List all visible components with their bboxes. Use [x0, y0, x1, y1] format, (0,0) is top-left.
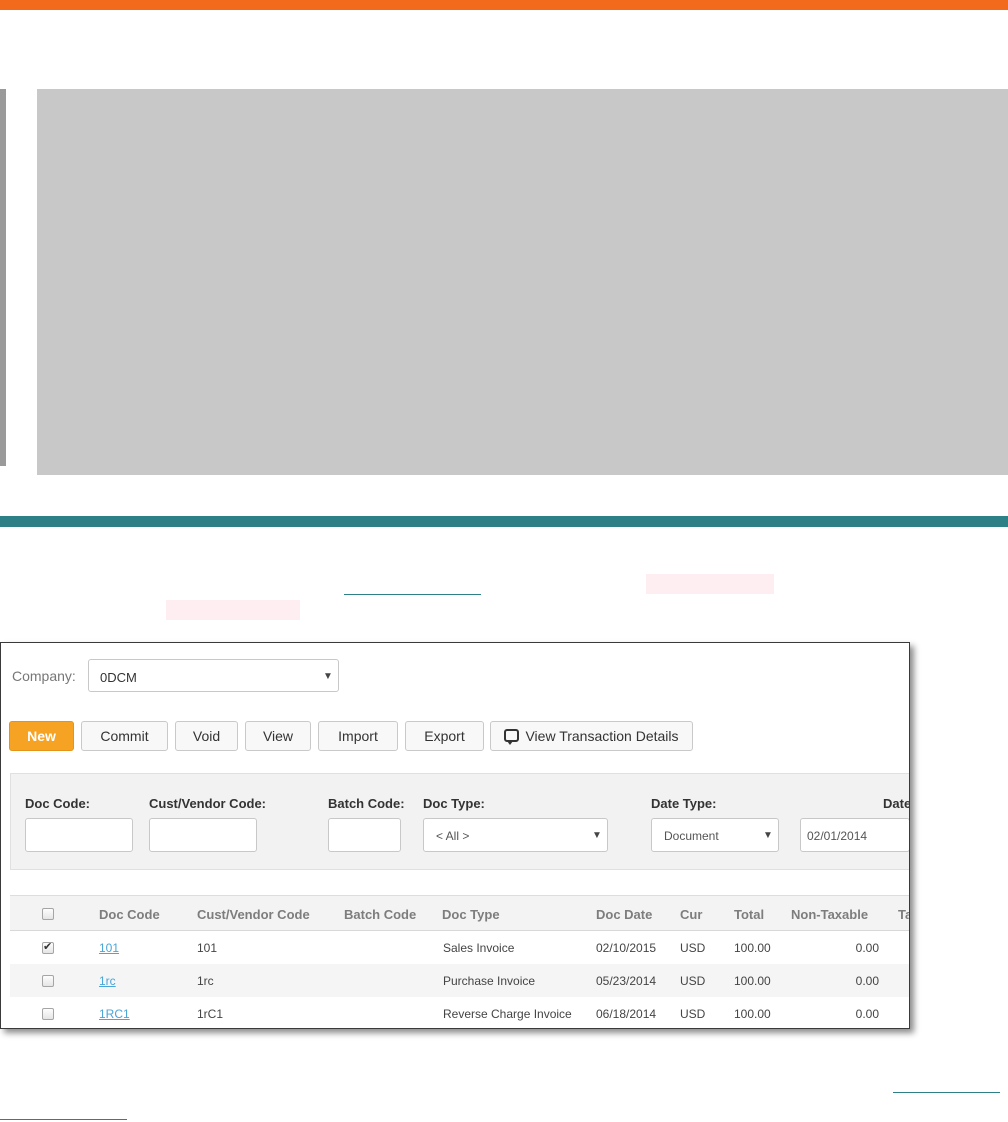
cur-cell: USD	[680, 1007, 706, 1021]
link-underline[interactable]	[0, 1119, 127, 1120]
highlight-block	[166, 600, 300, 620]
doc-type-cell: Sales Invoice	[443, 941, 515, 955]
doc-type-cell: Reverse Charge Invoice	[443, 1007, 572, 1021]
chevron-down-icon: ▼	[592, 830, 602, 841]
date-type-select[interactable]: Document ▼	[651, 818, 779, 852]
export-button[interactable]: Export	[405, 721, 484, 751]
header-taxable[interactable]: Ta	[898, 907, 909, 922]
header-non-taxable[interactable]: Non-Taxable	[791, 907, 868, 922]
table-row[interactable]: 101 101 Sales Invoice 02/10/2015 USD 100…	[10, 931, 909, 964]
doc-code-input[interactable]	[25, 818, 133, 852]
doc-code-link[interactable]: 1rc	[99, 974, 116, 988]
chevron-down-icon: ▼	[323, 671, 333, 682]
company-select[interactable]: 0DCM ▼	[88, 659, 339, 692]
header-batch-code[interactable]: Batch Code	[344, 907, 416, 922]
doc-code-link[interactable]: 1RC1	[99, 1007, 130, 1021]
cust-vendor-label: Cust/Vendor Code:	[149, 796, 267, 811]
view-transaction-details-button[interactable]: View Transaction Details	[490, 721, 693, 751]
void-button[interactable]: Void	[175, 721, 238, 751]
date-type-value: Document	[664, 829, 719, 843]
highlight-block	[646, 574, 774, 594]
placeholder-image-area	[37, 89, 1008, 475]
cust-vendor-cell: 1rc	[197, 974, 214, 988]
view-button[interactable]: View	[245, 721, 311, 751]
doc-code-label: Doc Code:	[25, 796, 90, 811]
header-cur[interactable]: Cur	[680, 907, 702, 922]
link-underline[interactable]	[344, 594, 481, 595]
header-total[interactable]: Total	[734, 907, 764, 922]
date-type-label: Date Type:	[651, 796, 717, 811]
company-value: 0DCM	[100, 670, 137, 685]
chat-bubble-icon	[504, 729, 520, 745]
doc-date-cell: 02/10/2015	[596, 941, 657, 955]
cust-vendor-cell: 1rC1	[197, 1007, 224, 1021]
total-cell: 100.00	[734, 941, 771, 955]
cur-cell: USD	[680, 974, 706, 988]
table-row[interactable]: 1RC1 1rC1 Reverse Charge Invoice 06/18/2…	[10, 997, 909, 1028]
table-row[interactable]: 1rc 1rc Purchase Invoice 05/23/2014 USD …	[10, 964, 909, 997]
chevron-down-icon: ▼	[763, 830, 773, 841]
company-label: Company:	[12, 668, 76, 684]
total-cell: 100.00	[734, 1007, 771, 1021]
non-taxable-cell: 0.00	[855, 941, 879, 955]
header-doc-date[interactable]: Doc Date	[596, 907, 652, 922]
new-button[interactable]: New	[9, 721, 74, 751]
cust-vendor-input[interactable]	[149, 818, 257, 852]
cust-vendor-cell: 101	[197, 941, 218, 955]
doc-date-cell: 05/23/2014	[596, 974, 657, 988]
date-label: Date	[883, 796, 910, 811]
non-taxable-cell: 0.00	[855, 974, 879, 988]
cur-cell: USD	[680, 941, 706, 955]
link-underline[interactable]	[893, 1092, 1000, 1093]
non-taxable-cell: 0.00	[855, 1007, 879, 1021]
commit-button[interactable]: Commit	[81, 721, 168, 751]
batch-code-label: Batch Code:	[328, 796, 405, 811]
doc-type-value: < All >	[436, 829, 470, 843]
doc-code-link[interactable]: 101	[99, 941, 119, 955]
header-doc-type[interactable]: Doc Type	[442, 907, 500, 922]
row-checkbox[interactable]	[42, 940, 54, 954]
section-divider-bar	[0, 516, 1008, 527]
header-doc-code[interactable]: Doc Code	[99, 907, 160, 922]
table-header: Doc Code Cust/Vendor Code Batch Code Doc…	[10, 895, 909, 931]
filter-panel: Doc Code: Cust/Vendor Code: Batch Code: …	[10, 773, 910, 870]
select-all-checkbox[interactable]	[42, 908, 54, 920]
doc-type-select[interactable]: < All > ▼	[423, 818, 608, 852]
doc-type-label: Doc Type:	[423, 796, 485, 811]
date-value: 02/01/2014	[807, 829, 868, 843]
date-input[interactable]: 02/01/2014	[800, 818, 909, 852]
left-side-strip	[0, 89, 6, 466]
header-cust-vendor[interactable]: Cust/Vendor Code	[197, 907, 310, 922]
view-details-label: View Transaction Details	[525, 728, 679, 744]
total-cell: 100.00	[734, 974, 771, 988]
row-checkbox[interactable]	[42, 975, 54, 987]
top-accent-bar	[0, 0, 1008, 10]
import-button[interactable]: Import	[318, 721, 398, 751]
batch-code-input[interactable]	[328, 818, 401, 852]
transactions-screenshot: Company: 0DCM ▼ New Commit Void View Imp…	[0, 642, 910, 1029]
doc-type-cell: Purchase Invoice	[443, 974, 536, 988]
doc-date-cell: 06/18/2014	[596, 1007, 657, 1021]
row-checkbox[interactable]	[42, 1008, 54, 1020]
